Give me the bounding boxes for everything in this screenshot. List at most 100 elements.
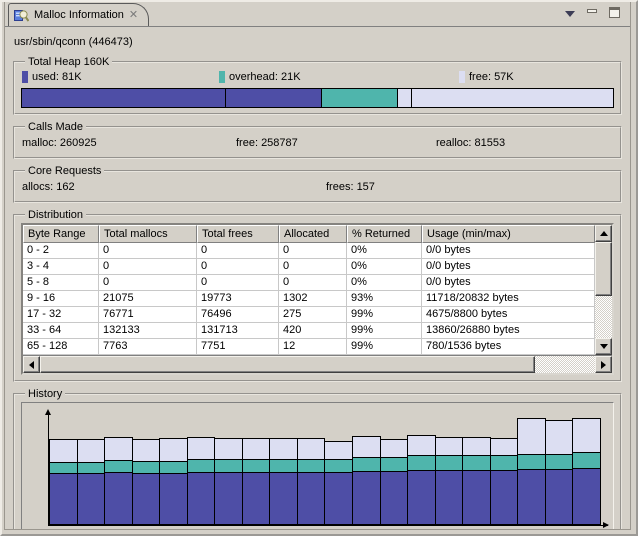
bar-overhead-segment	[381, 457, 408, 471]
history-bar-0	[49, 439, 78, 525]
tab-close-icon[interactable]: ✕	[129, 10, 138, 21]
bar-free-segment	[270, 439, 297, 459]
column-header-4[interactable]: % Returned	[347, 225, 422, 243]
bar-free-segment	[546, 421, 573, 454]
table-cell: 93%	[347, 291, 422, 307]
calls-stat-1: free: 258787	[236, 137, 436, 149]
scroll-right-button[interactable]	[595, 356, 612, 373]
column-header-5[interactable]: Usage (min/max)	[422, 225, 595, 243]
history-bar-10	[324, 441, 353, 525]
legend-label-free: free: 57K	[469, 71, 514, 83]
bar-free-segment	[133, 440, 160, 461]
bar-used-segment	[518, 469, 545, 524]
bar-overhead-segment	[78, 462, 105, 473]
core-requests-title: Core Requests	[25, 165, 104, 177]
view-controls	[565, 7, 620, 18]
table-cell: 0	[279, 243, 347, 259]
tab-malloc-information[interactable]: Malloc Information ✕	[8, 3, 149, 26]
core-stat-0: allocs: 162	[22, 181, 326, 193]
table-row[interactable]: 5 - 80000%0/0 bytes	[23, 275, 595, 291]
heap-legend: used: 81Koverhead: 21Kfree: 57K	[22, 71, 614, 83]
view-tab-bar: Malloc Information ✕	[5, 2, 630, 27]
bar-used-segment	[381, 471, 408, 524]
minimize-icon[interactable]	[587, 9, 597, 13]
bar-overhead-segment	[215, 459, 242, 472]
view-menu-icon[interactable]	[565, 11, 575, 17]
table-header-row: Byte RangeTotal mallocsTotal freesAlloca…	[23, 225, 595, 243]
table-cell: 0	[99, 243, 197, 259]
calls-made-stats: malloc: 260925free: 258787realloc: 81553	[22, 137, 614, 149]
heap-segment-used-0	[22, 89, 225, 107]
horizontal-scroll-track[interactable]	[535, 356, 595, 373]
table-row[interactable]: 65 - 128776377511299%780/1536 bytes	[23, 339, 595, 355]
history-bar-17	[517, 418, 546, 525]
vertical-scroll-thumb[interactable]	[595, 242, 612, 296]
table-cell: 0%	[347, 243, 422, 259]
table-cell: 76771	[99, 307, 197, 323]
table-cell: 12	[279, 339, 347, 355]
calls-stat-0: malloc: 260925	[22, 137, 236, 149]
table-cell: 99%	[347, 339, 422, 355]
arrow-right-icon	[601, 361, 606, 369]
table-cell: 4675/8800 bytes	[422, 307, 595, 323]
history-title: History	[25, 388, 65, 400]
horizontal-scroll-thumb[interactable]	[40, 356, 535, 373]
process-label: usr/sbin/qconn (446473)	[14, 36, 622, 48]
core-stat-1: frees: 157	[326, 181, 375, 193]
table-row[interactable]: 17 - 32767717649627599%4675/8800 bytes	[23, 307, 595, 323]
table-row[interactable]: 3 - 40000%0/0 bytes	[23, 259, 595, 275]
table-cell: 0	[279, 259, 347, 275]
horizontal-scrollbar[interactable]	[23, 355, 612, 373]
bar-free-segment	[105, 438, 132, 460]
scroll-up-button[interactable]	[595, 225, 612, 242]
table-cell: 19773	[197, 291, 279, 307]
bar-overhead-segment	[518, 454, 545, 469]
column-header-3[interactable]: Allocated	[279, 225, 347, 243]
legend-item-used: used: 81K	[22, 71, 219, 83]
table-cell: 0	[197, 275, 279, 291]
table-body: 0 - 20000%0/0 bytes3 - 40000%0/0 bytes5 …	[23, 243, 595, 355]
core-requests-stats: allocs: 162frees: 157	[22, 181, 614, 193]
history-bar-6	[214, 438, 243, 525]
heap-usage-bar	[21, 88, 614, 108]
history-chart: 0 Samples 20	[21, 402, 614, 529]
table-cell: 33 - 64	[23, 323, 99, 339]
maximize-icon[interactable]	[609, 7, 620, 18]
legend-label-used: used: 81K	[32, 71, 82, 83]
bar-used-segment	[133, 473, 160, 524]
table-row[interactable]: 0 - 20000%0/0 bytes	[23, 243, 595, 259]
history-bar-16	[490, 438, 519, 525]
table-cell: 0 - 2	[23, 243, 99, 259]
bar-used-segment	[436, 470, 463, 524]
column-header-1[interactable]: Total mallocs	[99, 225, 197, 243]
vertical-scrollbar[interactable]	[595, 225, 612, 355]
table-cell: 0	[99, 259, 197, 275]
bar-free-segment	[436, 438, 463, 455]
scroll-down-button[interactable]	[595, 338, 612, 355]
table-cell: 780/1536 bytes	[422, 339, 595, 355]
table-cell: 3 - 4	[23, 259, 99, 275]
table-cell: 7763	[99, 339, 197, 355]
heap-segment-overhead-2	[321, 89, 397, 107]
table-cell: 7751	[197, 339, 279, 355]
history-bar-8	[269, 438, 298, 525]
heap-segment-free-4	[411, 89, 613, 107]
vertical-scroll-track[interactable]	[595, 296, 612, 338]
table-cell: 132133	[99, 323, 197, 339]
table-row[interactable]: 33 - 6413213313171342099%13860/26880 byt…	[23, 323, 595, 339]
table-cell: 0	[99, 275, 197, 291]
table-row[interactable]: 9 - 162107519773130293%11718/20832 bytes	[23, 291, 595, 307]
column-header-2[interactable]: Total frees	[197, 225, 279, 243]
scroll-left-button[interactable]	[23, 356, 40, 373]
history-bar-18	[545, 420, 574, 525]
table-cell: 13860/26880 bytes	[422, 323, 595, 339]
bar-overhead-segment	[573, 452, 600, 468]
history-bar-15	[462, 437, 491, 525]
bar-free-segment	[78, 440, 105, 462]
bar-overhead-segment	[133, 461, 160, 473]
bar-overhead-segment	[408, 455, 435, 470]
column-header-0[interactable]: Byte Range	[23, 225, 99, 243]
bar-used-segment	[408, 470, 435, 524]
arrow-up-icon	[600, 231, 608, 236]
table-cell: 0	[279, 275, 347, 291]
